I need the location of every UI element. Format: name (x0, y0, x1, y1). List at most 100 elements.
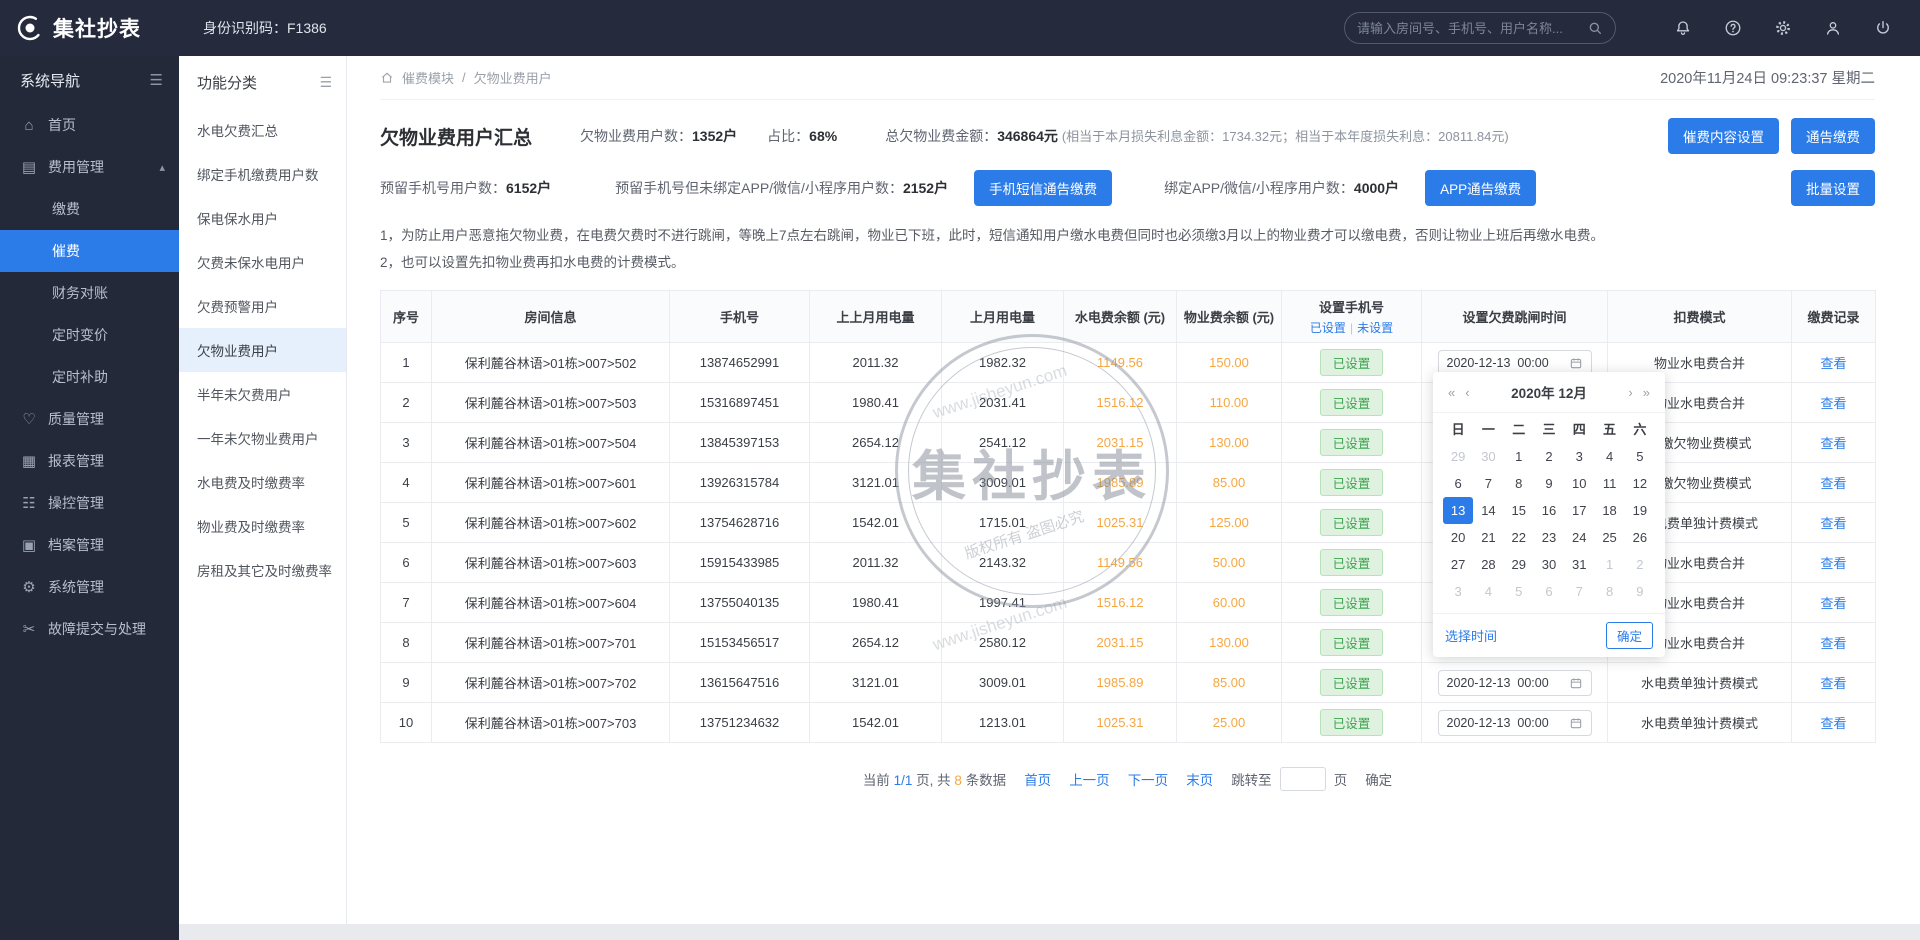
trip-time-input[interactable]: 2020-12-13 00:00 (1438, 710, 1592, 736)
batch-settings-button[interactable]: 批量设置 (1791, 170, 1875, 206)
filter-unset-link[interactable]: 未设置 (1357, 321, 1393, 335)
sidebar-item[interactable]: ☷ 操控管理 (0, 482, 179, 524)
calendar-day[interactable]: 16 (1534, 497, 1564, 524)
notification-bell-icon[interactable] (1674, 19, 1692, 37)
sidebar-item[interactable]: ▦ 报表管理 (0, 440, 179, 482)
calendar-day[interactable]: 17 (1564, 497, 1594, 524)
function-item[interactable]: 欠费预警用户 (179, 284, 346, 328)
calendar-day[interactable]: 11 (1594, 470, 1624, 497)
phone-set-badge[interactable]: 已设置 (1320, 349, 1384, 376)
next-year-arrow[interactable]: » (1638, 385, 1655, 400)
phone-set-badge[interactable]: 已设置 (1320, 509, 1384, 536)
calendar-day[interactable]: 23 (1534, 524, 1564, 551)
sidebar-item[interactable]: 财务对账 (0, 272, 179, 314)
sidebar-item[interactable]: ▤ 费用管理 ▴ (0, 146, 179, 188)
calendar-day[interactable]: 22 (1504, 524, 1534, 551)
calendar-day[interactable]: 12 (1625, 470, 1655, 497)
sidebar-item[interactable]: ⚙ 系统管理 (0, 566, 179, 608)
calendar-day[interactable]: 10 (1564, 470, 1594, 497)
phone-set-badge[interactable]: 已设置 (1320, 589, 1384, 616)
sidebar-item[interactable]: 定时补助 (0, 356, 179, 398)
view-record-link[interactable]: 查看 (1820, 636, 1846, 651)
breadcrumb-module[interactable]: 催费模块 (402, 68, 454, 87)
next-page-link[interactable]: 下一页 (1128, 769, 1169, 789)
view-record-link[interactable]: 查看 (1820, 556, 1846, 571)
calendar-ok-button[interactable]: 确定 (1606, 622, 1653, 649)
user-icon[interactable] (1824, 19, 1842, 37)
global-search[interactable] (1344, 12, 1616, 44)
first-page-link[interactable]: 首页 (1024, 769, 1051, 789)
prev-year-arrow[interactable]: « (1443, 385, 1460, 400)
sidebar-item[interactable]: ⌂ 首页 (0, 104, 179, 146)
calendar-icon[interactable] (1569, 356, 1583, 370)
choose-time-link[interactable]: 选择时间 (1445, 626, 1497, 645)
function-item[interactable]: 半年未欠费用户 (179, 372, 346, 416)
calendar-day[interactable]: 7 (1564, 578, 1594, 605)
calendar-day[interactable]: 9 (1534, 470, 1564, 497)
calendar-day[interactable]: 3 (1564, 443, 1594, 470)
phone-set-badge[interactable]: 已设置 (1320, 629, 1384, 656)
view-record-link[interactable]: 查看 (1820, 396, 1846, 411)
calendar-day[interactable]: 2 (1534, 443, 1564, 470)
calendar-day[interactable]: 20 (1443, 524, 1473, 551)
last-page-link[interactable]: 末页 (1186, 769, 1213, 789)
calendar-day[interactable]: 13 (1443, 497, 1473, 524)
calendar-day[interactable]: 31 (1564, 551, 1594, 578)
reminder-content-settings-button[interactable]: 催费内容设置 (1668, 118, 1779, 154)
sidebar-collapse-icon[interactable]: ☰ (150, 71, 163, 89)
function-item[interactable]: 保电保水用户 (179, 196, 346, 240)
phone-set-badge[interactable]: 已设置 (1320, 549, 1384, 576)
next-month-arrow[interactable]: › (1623, 385, 1637, 400)
calendar-day[interactable]: 30 (1473, 443, 1503, 470)
function-item[interactable]: 物业费及时缴费率 (179, 504, 346, 548)
function-item[interactable]: 欠物业费用户 (179, 328, 346, 372)
calendar-day[interactable]: 2 (1625, 551, 1655, 578)
phone-set-badge[interactable]: 已设置 (1320, 389, 1384, 416)
calendar-day[interactable]: 5 (1504, 578, 1534, 605)
calendar-day[interactable]: 15 (1504, 497, 1534, 524)
help-icon[interactable] (1724, 19, 1742, 37)
sidebar-item[interactable]: 定时变价 (0, 314, 179, 356)
calendar-day[interactable]: 4 (1473, 578, 1503, 605)
filter-set-link[interactable]: 已设置 (1310, 321, 1346, 335)
prev-page-link[interactable]: 上一页 (1069, 769, 1110, 789)
calendar-day[interactable]: 29 (1504, 551, 1534, 578)
phone-set-badge[interactable]: 已设置 (1320, 709, 1384, 736)
sms-notice-button[interactable]: 手机短信通告缴费 (974, 170, 1112, 206)
calendar-icon[interactable] (1569, 676, 1583, 690)
function-item[interactable]: 水电欠费汇总 (179, 108, 346, 152)
view-record-link[interactable]: 查看 (1820, 436, 1846, 451)
calendar-day[interactable]: 7 (1473, 470, 1503, 497)
calendar-day[interactable]: 9 (1625, 578, 1655, 605)
page-jump-input[interactable] (1280, 767, 1326, 791)
calendar-day[interactable]: 26 (1625, 524, 1655, 551)
calendar-day[interactable]: 8 (1504, 470, 1534, 497)
calendar-day[interactable]: 6 (1443, 470, 1473, 497)
sidebar-item[interactable]: 催费 (0, 230, 179, 272)
function-item[interactable]: 水电费及时缴费率 (179, 460, 346, 504)
view-record-link[interactable]: 查看 (1820, 516, 1846, 531)
view-record-link[interactable]: 查看 (1820, 676, 1846, 691)
calendar-day[interactable]: 18 (1594, 497, 1624, 524)
calendar-day[interactable]: 3 (1443, 578, 1473, 605)
sidebar-item[interactable]: 缴费 (0, 188, 179, 230)
calendar-day[interactable]: 8 (1594, 578, 1624, 605)
phone-set-badge[interactable]: 已设置 (1320, 469, 1384, 496)
calendar-day[interactable]: 14 (1473, 497, 1503, 524)
prev-month-arrow[interactable]: ‹ (1460, 385, 1474, 400)
sidebar-item[interactable]: ▣ 档案管理 (0, 524, 179, 566)
function-item[interactable]: 绑定手机缴费用户数 (179, 152, 346, 196)
calendar-day[interactable]: 27 (1443, 551, 1473, 578)
notice-payment-button[interactable]: 通告缴费 (1791, 118, 1875, 154)
phone-set-badge[interactable]: 已设置 (1320, 429, 1384, 456)
phone-set-badge[interactable]: 已设置 (1320, 669, 1384, 696)
calendar-day[interactable]: 29 (1443, 443, 1473, 470)
calendar-day[interactable]: 30 (1534, 551, 1564, 578)
sidebar-item[interactable]: ♡ 质量管理 (0, 398, 179, 440)
view-record-link[interactable]: 查看 (1820, 476, 1846, 491)
function-collapse-icon[interactable]: ☰ (319, 74, 332, 91)
calendar-day[interactable]: 6 (1534, 578, 1564, 605)
calendar-day[interactable]: 1 (1504, 443, 1534, 470)
function-item[interactable]: 欠费未保水电用户 (179, 240, 346, 284)
settings-gear-icon[interactable] (1774, 19, 1792, 37)
